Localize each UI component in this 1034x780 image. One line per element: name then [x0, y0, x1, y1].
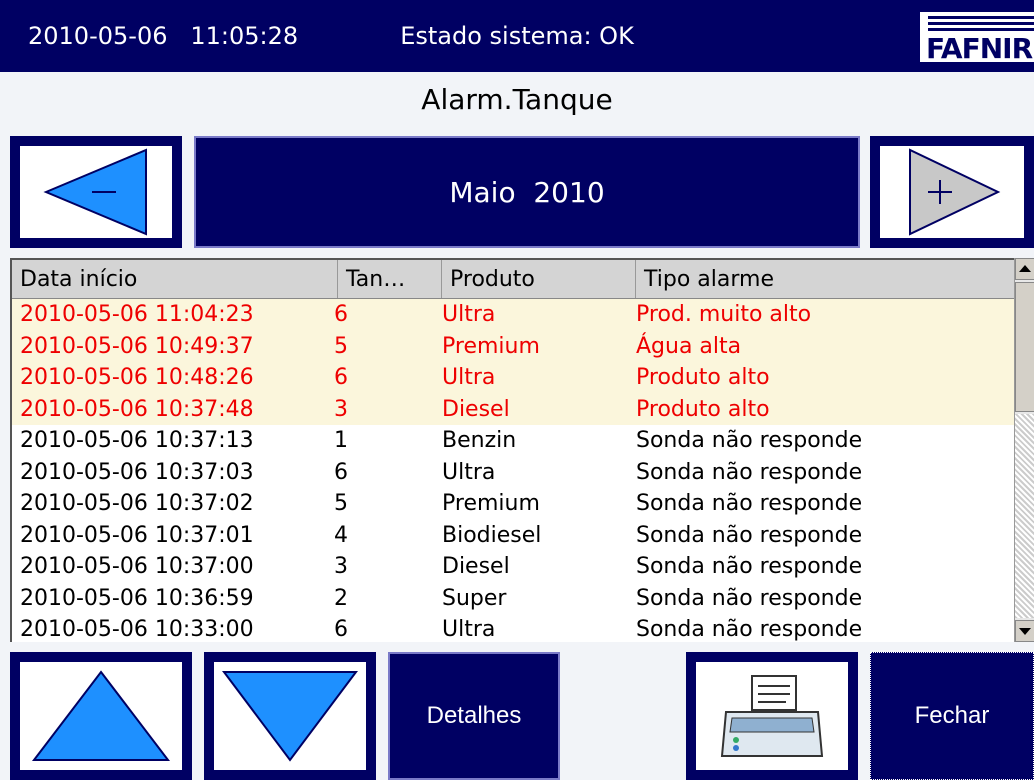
cell-product: Diesel [442, 554, 510, 579]
cell-alarm-type: Produto alto [636, 396, 770, 422]
cell-date: 2010-05-06 10:37:13 [20, 428, 254, 453]
cell-date: 2010-05-06 11:04:23 [20, 302, 254, 327]
cell-alarm-type: Sonda não responde [636, 522, 863, 548]
cell-tank: 6 [334, 365, 348, 390]
table-row[interactable]: 2010-05-06 10:37:00 3 Diesel Sonda não resp… [12, 551, 1016, 583]
next-month-button[interactable] [870, 136, 1034, 248]
arrow-left-icon [43, 148, 147, 236]
cell-tank: 5 [334, 333, 348, 359]
column-header-alarm-type[interactable]: Tipo alarme [636, 260, 1016, 298]
alarm-table[interactable]: Data início Tan… Produto Tipo alarme 201… [10, 258, 1034, 642]
scroll-up-list-button[interactable] [10, 652, 192, 780]
cell-date: 2010-05-06 10:37:02 [20, 491, 254, 516]
cell-alarm-type: Água alta [636, 333, 742, 359]
system-status: Estado sistema: OK [400, 22, 634, 50]
arrow-right-icon [909, 148, 1001, 236]
cell-date: 2010-05-06 10:37:48 [20, 396, 254, 422]
table-body: 2010-05-06 11:04:23 6 Ultra Prod. muito alt… [12, 299, 1016, 642]
cell-tank: 4 [334, 522, 348, 548]
cell-product: Ultra [442, 617, 496, 642]
cell-alarm-type: Sonda não responde [636, 585, 863, 611]
cell-date: 2010-05-06 10:49:37 [20, 333, 254, 359]
table-row[interactable]: 2010-05-06 11:04:23 6 Ultra Prod. muito alt… [12, 299, 1016, 331]
table-scrollbar[interactable] [1014, 258, 1034, 642]
page-title: Alarm.Tanque [421, 83, 613, 116]
table-row[interactable]: 2010-05-06 10:37:02 5 Premium Sonda não res… [12, 488, 1016, 520]
column-header-tank[interactable]: Tan… [338, 260, 442, 298]
scroll-down-list-button[interactable] [204, 652, 376, 780]
month-label: Maio 2010 [449, 175, 605, 209]
table-row[interactable]: 2010-05-06 10:36:59 2 Super Sonda não respo… [12, 582, 1016, 614]
scroll-thumb[interactable] [1015, 282, 1034, 412]
print-button[interactable] [686, 652, 858, 780]
cell-tank: 3 [334, 554, 348, 579]
cell-alarm-type: Sonda não responde [636, 554, 863, 579]
previous-month-button[interactable] [10, 136, 182, 248]
table-header: Data início Tan… Produto Tipo alarme [12, 260, 1016, 299]
cell-product: Diesel [442, 396, 510, 422]
cell-product: Biodiesel [442, 522, 542, 548]
cell-product: Premium [442, 491, 540, 516]
cell-date: 2010-05-06 10:33:00 [20, 617, 254, 642]
cell-tank: 6 [334, 302, 348, 327]
table-row[interactable]: 2010-05-06 10:37:13 1 Benzin Sonda não resp… [12, 425, 1016, 457]
cell-tank: 2 [334, 585, 348, 611]
cell-product: Ultra [442, 302, 496, 327]
table-row[interactable]: 2010-05-06 10:37:48 3 Diesel Produto alto [12, 393, 1016, 425]
cell-alarm-type: Sonda não responde [636, 491, 863, 516]
details-button[interactable]: Detalhes [388, 652, 560, 780]
cell-alarm-type: Sonda não responde [636, 617, 863, 642]
month-display: Maio 2010 [194, 136, 860, 248]
cell-tank: 6 [334, 459, 348, 485]
cell-date: 2010-05-06 10:48:26 [20, 365, 254, 390]
cell-alarm-type: Sonda não responde [636, 428, 863, 453]
fafnir-logo: FAFNIR [920, 12, 1034, 62]
logo-text: FAFNIR [926, 32, 1033, 62]
close-button-label: Fechar [914, 702, 990, 729]
table-row[interactable]: 2010-05-06 10:49:37 5 Premium Água alta [12, 330, 1016, 362]
scroll-down-arrow-icon [1019, 628, 1031, 635]
cell-product: Benzin [442, 428, 517, 453]
cell-date: 2010-05-06 10:37:01 [20, 522, 254, 548]
table-row[interactable]: 2010-05-06 10:48:26 6 Ultra Produto alto [12, 362, 1016, 394]
cell-date: 2010-05-06 10:37:03 [20, 459, 254, 485]
column-header-date[interactable]: Data início [12, 260, 338, 298]
table-row[interactable]: 2010-05-06 10:37:01 4 Biodiesel Sonda não r… [12, 519, 1016, 551]
triangle-down-icon [222, 671, 358, 762]
close-button[interactable]: Fechar [870, 652, 1034, 780]
cell-alarm-type: Sonda não responde [636, 459, 863, 485]
printer-icon [720, 675, 824, 757]
scroll-up-button[interactable] [1015, 258, 1034, 280]
details-button-label: Detalhes [426, 702, 522, 729]
scroll-up-arrow-icon [1019, 265, 1031, 272]
table-row[interactable]: 2010-05-06 10:33:00 6 Ultra Sonda não respo… [12, 614, 1016, 642]
cell-product: Premium [442, 333, 540, 359]
cell-product: Ultra [442, 365, 496, 390]
cell-date: 2010-05-06 10:37:00 [20, 554, 254, 579]
table-row[interactable]: 2010-05-06 10:37:03 6 Ultra Sonda não respo… [12, 456, 1016, 488]
cell-tank: 1 [334, 428, 348, 453]
column-header-product[interactable]: Produto [442, 260, 636, 298]
cell-tank: 3 [334, 396, 348, 422]
cell-tank: 5 [334, 491, 348, 516]
scroll-track[interactable] [1015, 414, 1034, 618]
cell-tank: 6 [334, 617, 348, 642]
cell-date: 2010-05-06 10:36:59 [20, 585, 254, 611]
cell-alarm-type: Produto alto [636, 365, 770, 390]
scroll-down-button[interactable] [1015, 620, 1034, 642]
cell-product: Super [442, 585, 507, 611]
cell-product: Ultra [442, 459, 496, 485]
triangle-up-icon [31, 670, 171, 761]
cell-alarm-type: Prod. muito alto [636, 302, 812, 327]
